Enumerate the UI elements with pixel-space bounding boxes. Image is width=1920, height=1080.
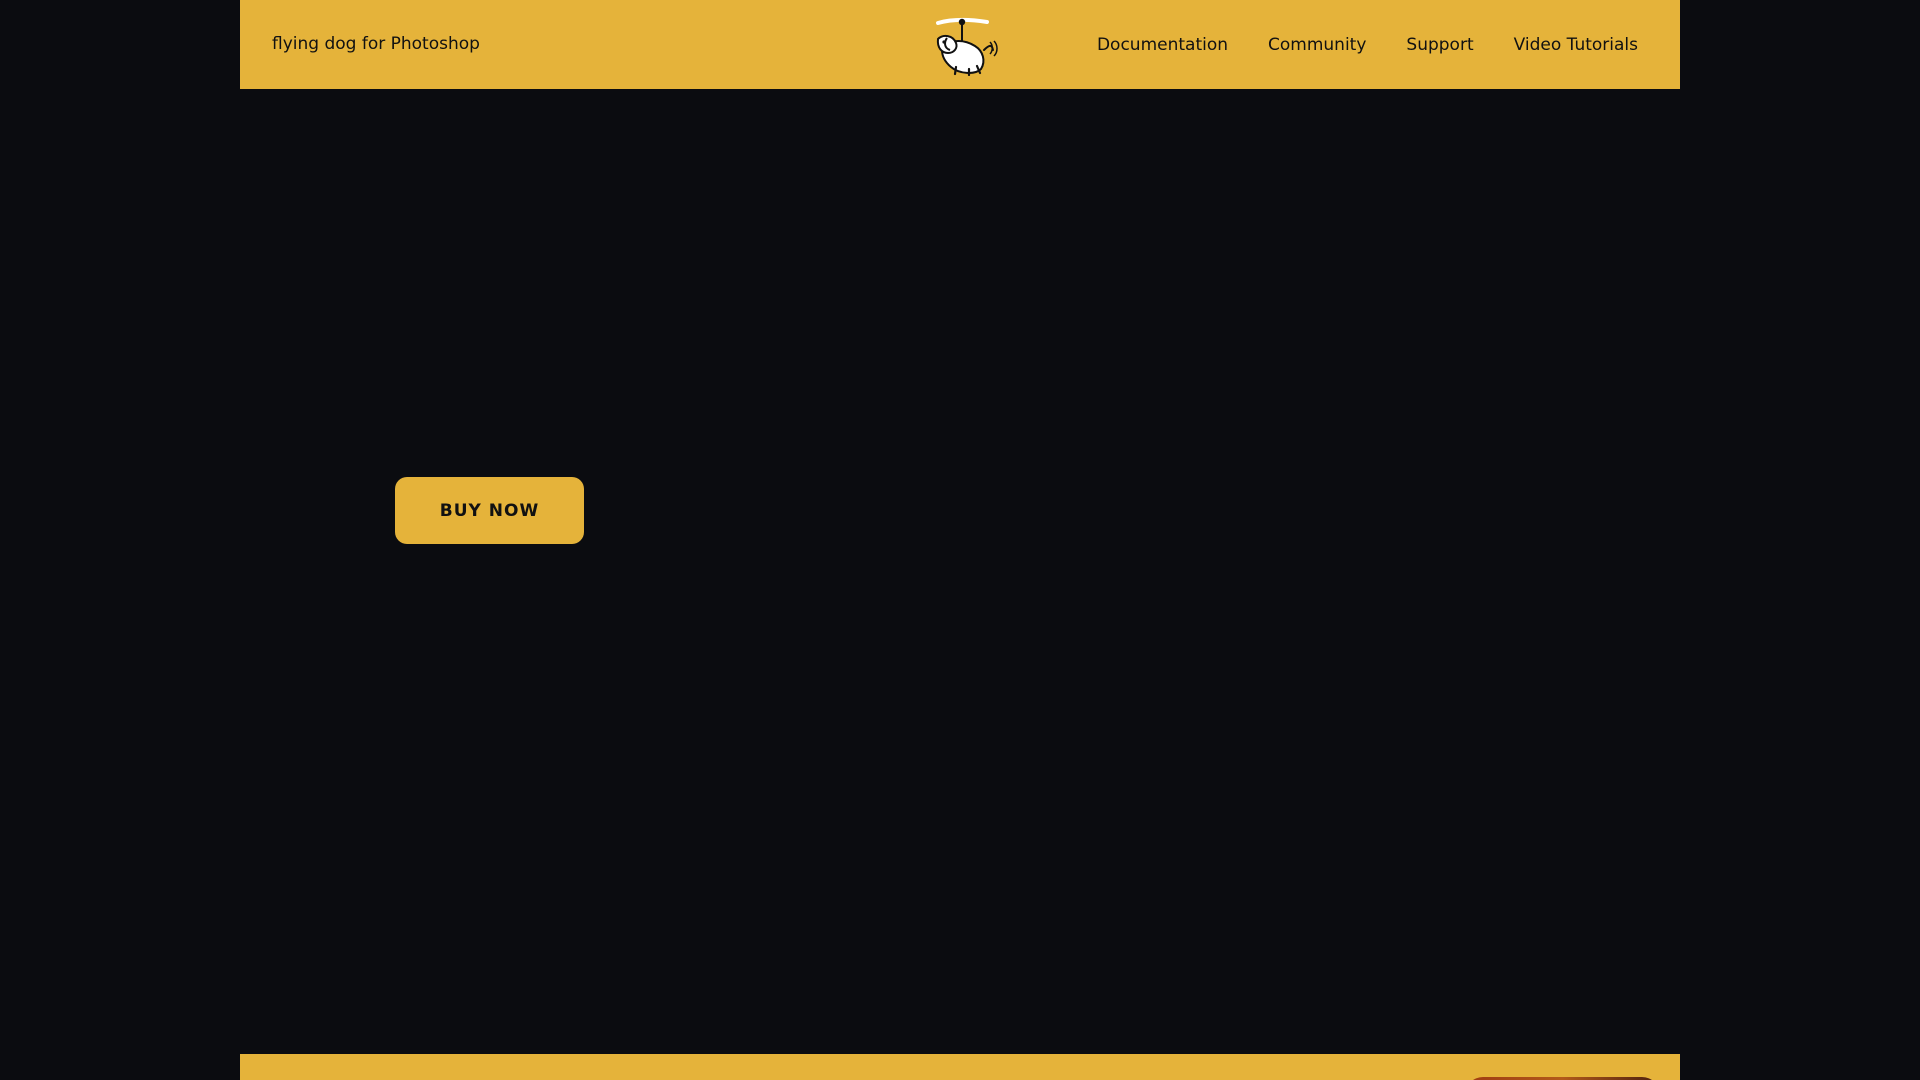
content-container: flying dog for Photoshop Documentation C… <box>240 0 1680 1080</box>
hero-section: BUY NOW <box>240 89 1680 1054</box>
page: flying dog for Photoshop Documentation C… <box>0 0 1920 1080</box>
nav-item-video-tutorials[interactable]: Video Tutorials <box>1514 35 1638 55</box>
flying-dog-logo-icon[interactable] <box>920 14 1000 77</box>
nav-item-community[interactable]: Community <box>1268 35 1366 55</box>
top-navigation-bar: flying dog for Photoshop Documentation C… <box>240 0 1680 89</box>
footer-promo-band <box>240 1054 1680 1080</box>
nav-item-documentation[interactable]: Documentation <box>1097 35 1228 55</box>
main-navigation: Documentation Community Support Video Tu… <box>1097 0 1638 89</box>
buy-now-button[interactable]: BUY NOW <box>395 477 584 544</box>
site-title[interactable]: flying dog for Photoshop <box>272 0 480 89</box>
nav-item-support[interactable]: Support <box>1406 35 1473 55</box>
